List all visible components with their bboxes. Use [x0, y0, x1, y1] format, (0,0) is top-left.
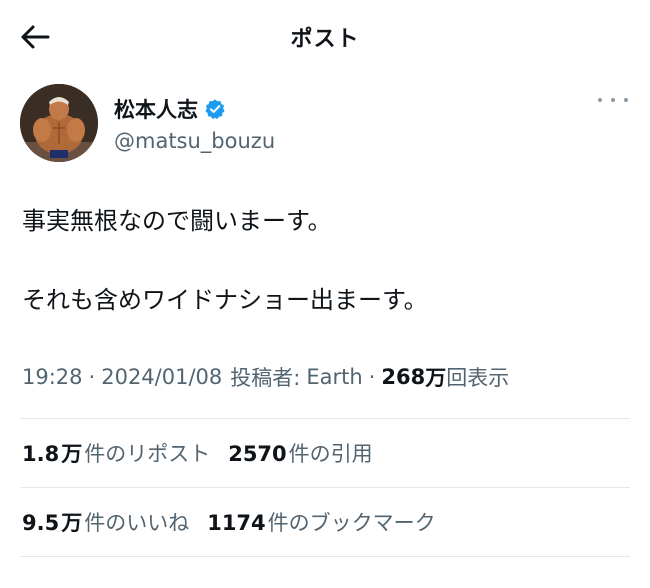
author-handle[interactable]: @matsu_bouzu [114, 129, 275, 153]
meta-separator-2: · [368, 365, 376, 389]
posted-by-source: Earth [306, 365, 363, 389]
arrow-left-icon [21, 25, 50, 49]
meta-separator: · [88, 365, 96, 389]
reposts-unit: 万 [61, 442, 83, 466]
verified-badge-icon [204, 98, 226, 120]
views-count: 268 [381, 365, 426, 389]
likes-unit: 万 [61, 511, 83, 535]
post-time[interactable]: 19:28 [22, 365, 83, 389]
tweet-meta: 19:28 · 2024/01/08 投稿者: Earth · 268 万 回表… [0, 318, 650, 398]
tweet-text: 事実無根なので闘いまーす。 それも含めワイドナショー出まーす。 [0, 172, 650, 318]
likes-count: 9.5 [22, 511, 60, 535]
top-bar: ポスト [0, 0, 650, 74]
reposts-stat[interactable]: 1.8 万 件のリポスト [22, 438, 210, 468]
quotes-label: 件の引用 [288, 442, 373, 466]
divider [20, 556, 630, 557]
likes-stat[interactable]: 9.5 万 件のいいね [22, 507, 189, 537]
avatar[interactable] [20, 84, 98, 162]
reposts-count: 1.8 [22, 442, 60, 466]
tweet-line-1: 事実無根なので闘いまーす。 [22, 207, 332, 235]
stats-row-reposts: 1.8 万 件のリポスト 2570 件の引用 [0, 419, 650, 487]
reposts-label: 件のリポスト [84, 442, 211, 466]
likes-label: 件のいいね [84, 511, 190, 535]
quotes-count: 2570 [228, 442, 287, 466]
page-title: ポスト [290, 27, 360, 52]
avatar-image [20, 84, 98, 162]
views-unit: 万 [425, 366, 447, 390]
author-row: 松本人志 @matsu_bouzu [0, 74, 650, 172]
bookmarks-label: 件のブックマーク [267, 511, 436, 535]
more-options-icon[interactable] [598, 90, 628, 110]
stats-row-likes: 9.5 万 件のいいね 1174 件のブックマーク [0, 488, 650, 556]
views-label: 回表示 [446, 366, 510, 390]
bookmarks-count: 1174 [207, 511, 266, 535]
post-date[interactable]: 2024/01/08 [101, 365, 222, 389]
posted-by-label: 投稿者: [230, 366, 301, 390]
back-button[interactable] [18, 20, 52, 54]
tweet-line-2: それも含めワイドナショー出まーす。 [22, 286, 428, 314]
bookmarks-stat[interactable]: 1174 件のブックマーク [207, 507, 435, 537]
quotes-stat[interactable]: 2570 件の引用 [228, 438, 372, 468]
author-display-name[interactable]: 松本人志 [114, 94, 198, 124]
